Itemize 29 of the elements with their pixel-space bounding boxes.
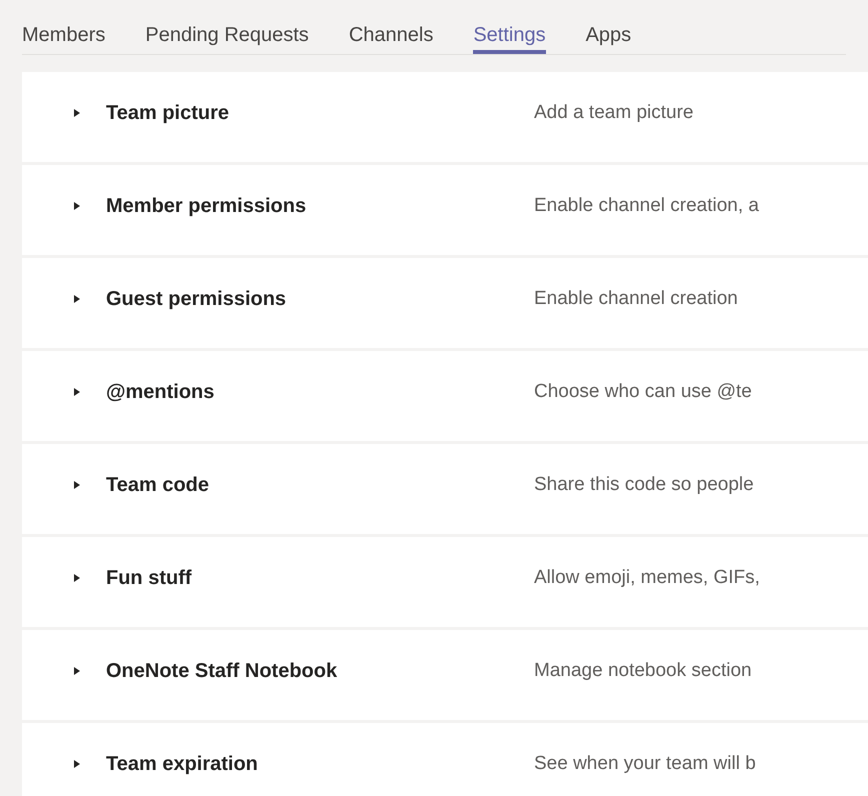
setting-title: Team picture (106, 101, 230, 126)
tab[interactable]: Members (22, 10, 106, 54)
setting-description: See when your team will b (534, 752, 756, 776)
setting-title: Team expiration (106, 752, 259, 777)
setting-title: @mentions (106, 380, 216, 405)
setting-description: Add a team picture (534, 100, 694, 125)
setting-title: Fun stuff (106, 566, 193, 591)
setting-row[interactable]: Team code Share this code so people (22, 444, 868, 534)
setting-title: OneNote Staff Notebook (106, 659, 338, 684)
setting-description: Choose who can use @te (534, 380, 752, 404)
setting-row[interactable]: Fun stuff Allow emoji, memes, GIFs, (22, 537, 868, 627)
setting-row[interactable]: Team expiration See when your team will b (22, 723, 868, 796)
setting-description: Allow emoji, memes, GIFs, (534, 566, 760, 590)
setting-description: Enable channel creation, a (534, 194, 759, 218)
setting-row[interactable]: Team picture Add a team picture (22, 72, 868, 162)
setting-title: Member permissions (106, 194, 308, 219)
tab[interactable]: Apps (586, 10, 632, 54)
setting-description: Manage notebook section (534, 658, 752, 683)
tab[interactable]: Pending Requests (145, 10, 309, 54)
tab[interactable]: Channels (348, 10, 434, 54)
tab[interactable]: Settings (473, 10, 546, 54)
setting-title: Guest permissions (106, 287, 288, 312)
setting-description: Share this code so people (534, 472, 754, 497)
setting-row[interactable]: Guest permissions Enable channel creation (22, 258, 868, 348)
setting-row[interactable]: Member permissions Enable channel creation, a (22, 165, 868, 255)
setting-title: Team code (106, 473, 210, 498)
setting-description: Enable channel creation (534, 286, 738, 311)
setting-row[interactable]: OneNote Staff Notebook Manage notebook section (22, 630, 868, 720)
setting-row[interactable]: @mentions Choose who can use @te (22, 351, 868, 441)
